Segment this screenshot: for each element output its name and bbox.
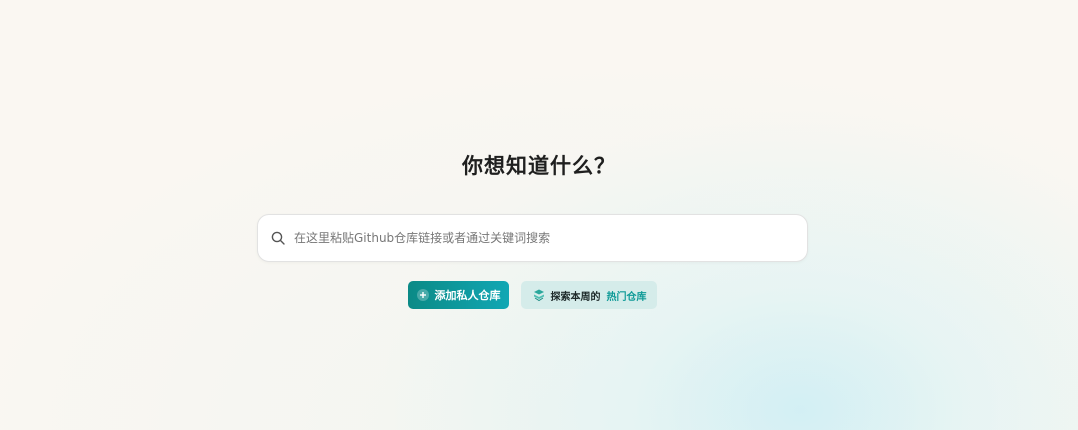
page-title: 你想知道什么？ — [462, 154, 616, 178]
explore-highlight: 热门仓库 — [606, 291, 647, 303]
plus-circle-icon — [416, 289, 429, 301]
search-icon — [270, 230, 286, 246]
book-stack-icon — [532, 288, 546, 302]
add-private-repo-button[interactable]: 添加私人仓库 — [408, 281, 509, 309]
search-bar[interactable] — [257, 214, 808, 262]
explore-hot-repos-button[interactable]: 探索本周的 热门仓库 — [521, 281, 657, 309]
explore-prefix: 探索本周的 — [550, 291, 601, 303]
add-private-repo-label: 添加私人仓库 — [434, 289, 501, 302]
search-input[interactable] — [294, 223, 807, 253]
